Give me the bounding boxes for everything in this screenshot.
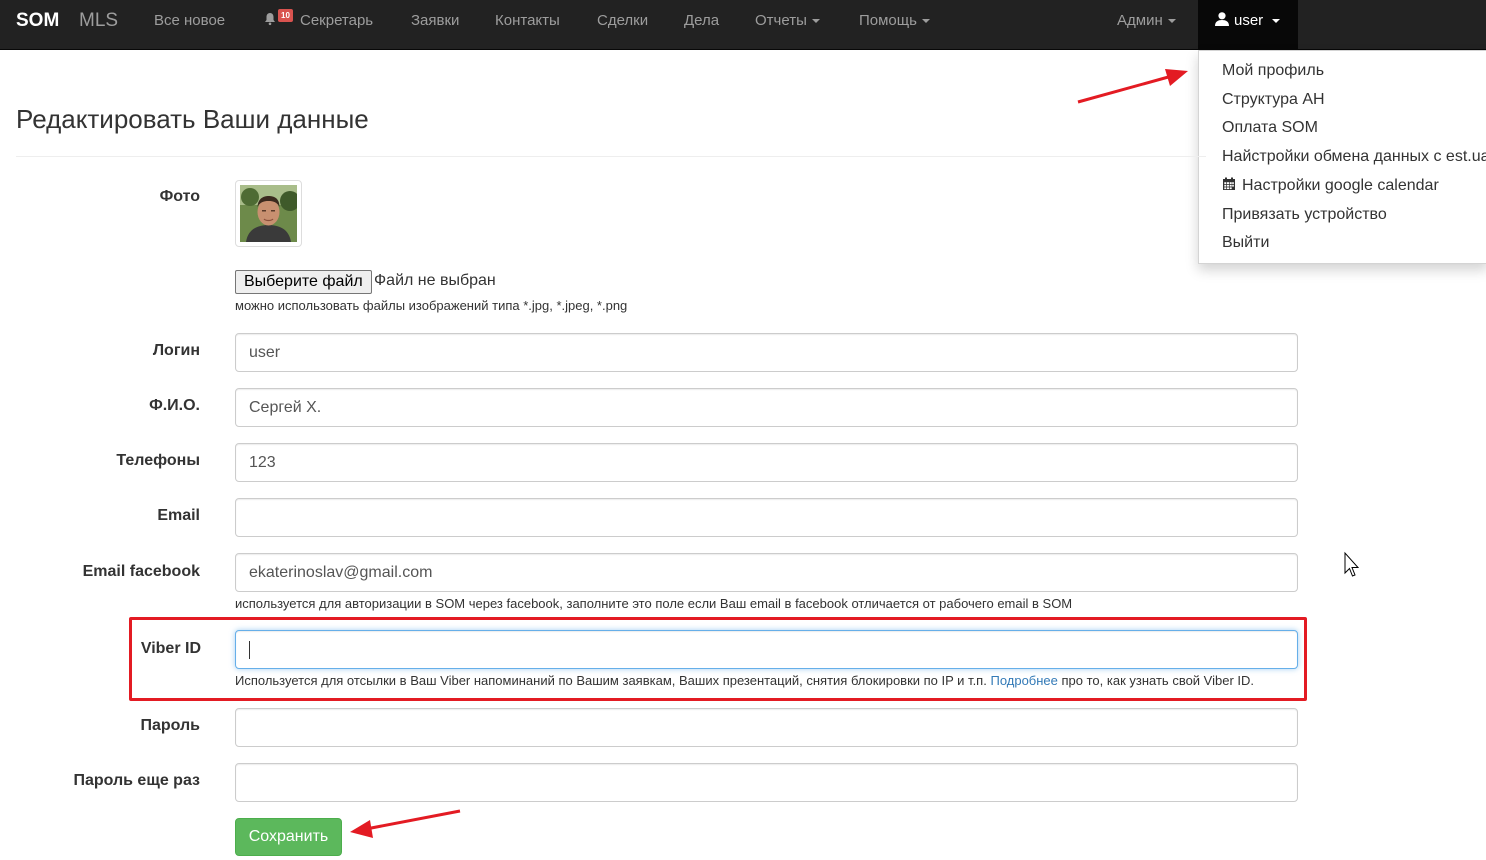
menu-item-my-profile[interactable]: Мой профиль xyxy=(1222,61,1324,81)
menu-item-agency-structure[interactable]: Структура АН xyxy=(1222,90,1325,110)
nav-item-contacts[interactable]: Контакты xyxy=(495,0,560,50)
menu-item-logout[interactable]: Выйти xyxy=(1222,233,1269,253)
notification-badge: 10 xyxy=(278,9,293,22)
password-label: Пароль xyxy=(140,717,200,734)
menu-item-exchange-settings[interactable]: Найстройки обмена данных с est.ua xyxy=(1222,147,1486,167)
chevron-down-icon xyxy=(1272,19,1280,23)
menu-item-payment[interactable]: Оплата SOM xyxy=(1222,118,1318,138)
file-status: Файл не выбран xyxy=(374,272,496,289)
chevron-down-icon xyxy=(1167,19,1176,24)
menu-item-google-calendar[interactable]: Настройки google calendar xyxy=(1222,176,1439,196)
nav-item-reports[interactable]: Отчеты xyxy=(755,0,820,50)
calendar-icon xyxy=(1223,177,1235,190)
email-input[interactable] xyxy=(235,498,1298,537)
nav-item-deals[interactable]: Сделки xyxy=(597,0,648,50)
mouse-pointer-icon xyxy=(1344,551,1360,577)
nav-help-label: Помощь xyxy=(859,12,917,29)
page-title: Редактировать Ваши данные xyxy=(16,104,369,134)
login-input[interactable]: user xyxy=(235,333,1298,372)
chevron-down-icon xyxy=(921,19,930,24)
save-button[interactable]: Сохранить xyxy=(235,818,342,856)
bell-icon[interactable] xyxy=(263,12,277,26)
nav-item-requests[interactable]: Заявки xyxy=(411,0,459,50)
phones-input[interactable]: 123 xyxy=(235,443,1298,482)
phones-label: Телефоны xyxy=(116,452,200,469)
chevron-down-icon xyxy=(811,19,820,24)
fio-input[interactable]: Сергей Х. xyxy=(235,388,1298,427)
nav-item-tasks[interactable]: Дела xyxy=(684,0,719,50)
email-label: Email xyxy=(157,507,200,524)
brand-mls[interactable]: MLS xyxy=(79,0,118,50)
facebook-email-input[interactable]: ekaterinoslav@gmail.com xyxy=(235,553,1298,592)
brand-logo[interactable]: SOM xyxy=(16,0,59,50)
password-confirm-input[interactable] xyxy=(235,763,1298,802)
nav-item-help[interactable]: Помощь xyxy=(859,0,930,50)
viber-highlight-box xyxy=(129,617,1307,701)
login-label: Логин xyxy=(152,342,200,359)
menu-item-bind-device[interactable]: Привязать устройство xyxy=(1222,205,1387,225)
arrow-icon xyxy=(1077,69,1188,104)
password-confirm-label: Пароль еще раз xyxy=(73,772,200,789)
fio-label: Ф.И.О. xyxy=(149,397,200,414)
avatar xyxy=(235,180,302,247)
title-divider xyxy=(16,156,1206,157)
nav-item-secretary[interactable]: Секретарь xyxy=(300,0,373,50)
user-dropdown-menu: Мой профиль Структура АН Оплата SOM Найс… xyxy=(1198,50,1486,264)
arrow-icon xyxy=(350,809,461,838)
photo-label: Фото xyxy=(159,188,200,205)
choose-file-button[interactable]: Выберите файл xyxy=(235,270,372,294)
user-menu-label: user xyxy=(1234,12,1264,29)
top-navbar: SOM MLS Все новое 10 Секретарь Заявки Ко… xyxy=(0,0,1486,50)
facebook-email-label: Email facebook xyxy=(82,563,200,580)
nav-admin-label: Админ xyxy=(1117,12,1163,29)
nav-item-admin[interactable]: Админ xyxy=(1117,0,1176,50)
facebook-email-help: используется для авторизации в SOM через… xyxy=(235,596,1073,611)
menu-item-google-calendar-label: Настройки google calendar xyxy=(1242,177,1439,194)
user-menu-toggle[interactable]: user xyxy=(1198,0,1298,50)
file-help-text: можно использовать файлы изображений тип… xyxy=(235,298,628,313)
nav-item-all-new[interactable]: Все новое xyxy=(154,0,225,50)
nav-reports-label: Отчеты xyxy=(755,12,807,29)
password-input[interactable] xyxy=(235,708,1298,747)
profile-photo xyxy=(240,185,300,242)
user-icon xyxy=(1215,12,1229,26)
